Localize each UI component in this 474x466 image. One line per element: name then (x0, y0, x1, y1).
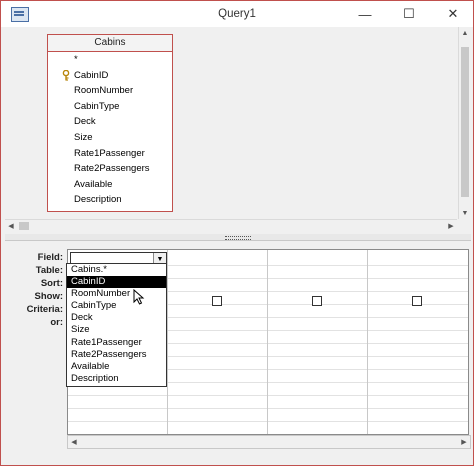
dropdown-option[interactable]: Size (67, 324, 166, 336)
dropdown-option[interactable]: Cabins.* (67, 264, 166, 276)
field-item-label: Deck (74, 116, 96, 128)
dropdown-option[interactable]: RoomNumber (67, 288, 166, 300)
table-pane-canvas: Cabins * CabinID RoomNumber CabinType De… (5, 27, 457, 219)
field-item-label: Available (74, 178, 113, 190)
field-item-cabintype[interactable]: CabinType (48, 99, 172, 115)
dropdown-option[interactable]: Available (67, 361, 166, 373)
dropdown-option[interactable]: Rate1Passenger (67, 337, 166, 349)
row-label-sort: Sort: (40, 278, 63, 289)
mouse-pointer-icon (133, 289, 145, 305)
row-label-field: Field: (37, 252, 63, 263)
field-item-description[interactable]: Description (48, 192, 172, 208)
field-item-label: Description (74, 194, 122, 206)
show-checkbox-column-4[interactable] (412, 296, 422, 306)
scroll-right-icon[interactable]: ▶ (445, 220, 457, 232)
cabins-field-list[interactable]: Cabins * CabinID RoomNumber CabinType De… (47, 34, 173, 212)
scroll-up-icon[interactable]: ▲ (459, 27, 471, 39)
field-item-label: Size (74, 131, 93, 143)
grid-column-4[interactable] (368, 250, 467, 434)
field-item-label: Rate1Passenger (74, 147, 145, 159)
field-item-label: * (74, 54, 78, 65)
dropdown-option[interactable]: CabinType (67, 300, 166, 312)
field-item-all[interactable]: * (48, 52, 172, 68)
field-item-available[interactable]: Available (48, 177, 172, 193)
row-label-or: or: (50, 317, 63, 328)
row-label-show: Show: (34, 291, 64, 302)
show-checkbox-column-3[interactable] (312, 296, 322, 306)
horizontal-scroll-thumb[interactable] (19, 222, 29, 230)
field-item-roomnumber[interactable]: RoomNumber (48, 83, 172, 99)
maximize-button[interactable]: ☐ (391, 1, 427, 27)
primary-key-icon (62, 69, 70, 81)
dropdown-option[interactable]: Rate2Passengers (67, 349, 166, 361)
grid-column-3[interactable] (268, 250, 368, 434)
dropdown-option-highlighted[interactable]: CabinID (67, 276, 166, 289)
field-item-label: RoomNumber (74, 85, 134, 97)
field-list-title[interactable]: Cabins (48, 35, 172, 52)
field-item-deck[interactable]: Deck (48, 114, 172, 130)
show-checkbox-column-2[interactable] (212, 296, 222, 306)
scroll-right-icon[interactable]: ▶ (458, 436, 470, 448)
vertical-scroll-thumb[interactable] (461, 47, 469, 197)
dropdown-option[interactable]: Description (67, 373, 166, 385)
row-label-criteria: Criteria: (26, 304, 63, 315)
scroll-left-icon[interactable]: ◀ (5, 220, 17, 232)
field-item-label: CabinType (74, 100, 120, 112)
field-list-items: * CabinID RoomNumber CabinType Deck Size (48, 52, 172, 208)
scroll-left-icon[interactable]: ◀ (68, 436, 80, 448)
field-dropdown-list[interactable]: Cabins.* CabinID RoomNumber CabinType De… (66, 263, 167, 387)
field-item-label: CabinID (74, 69, 109, 81)
query-window: Query1 — ☐ ✕ Cabins * CabinID RoomNumber… (0, 0, 474, 466)
scroll-down-icon[interactable]: ▼ (459, 207, 471, 219)
row-label-table: Table: (35, 265, 63, 276)
close-button[interactable]: ✕ (435, 1, 471, 27)
field-item-rate1passenger[interactable]: Rate1Passenger (48, 146, 172, 162)
minimize-button[interactable]: — (347, 1, 383, 27)
field-item-rate2passengers[interactable]: Rate2Passengers (48, 161, 172, 177)
grid-row-labels: Field: Table: Sort: Show: Criteria: or: (5, 251, 63, 329)
field-item-cabinid[interactable]: CabinID (48, 68, 172, 84)
field-item-size[interactable]: Size (48, 130, 172, 146)
title-bar: Query1 — ☐ ✕ (1, 1, 473, 27)
grid-column-2[interactable] (168, 250, 268, 434)
design-grid-horizontal-scrollbar[interactable]: ◀ ▶ (67, 435, 471, 449)
table-pane-horizontal-scrollbar[interactable]: ◀ ▶ (5, 219, 457, 232)
dropdown-option[interactable]: Deck (67, 312, 166, 324)
table-pane-vertical-scrollbar[interactable]: ▲ ▼ (458, 27, 471, 219)
field-item-label: Rate2Passengers (74, 163, 150, 175)
table-pane: Cabins * CabinID RoomNumber CabinType De… (5, 27, 471, 233)
